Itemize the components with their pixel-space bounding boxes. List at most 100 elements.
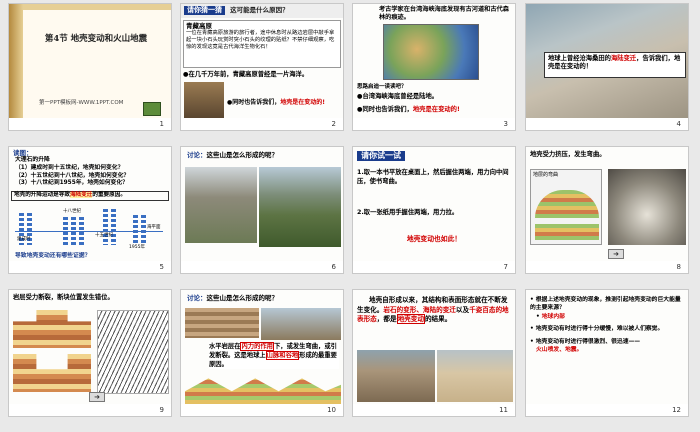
diagram-label: 海平面 bbox=[147, 225, 161, 230]
slide-7-header: 请你试一试 bbox=[357, 151, 405, 161]
slide-thumbnail-2[interactable]: 请你猜一猜 这可能是什么原因？ 青藏高原 一位在青藏高原旅游的旅行者，途中休息时… bbox=[180, 3, 344, 131]
slide-3-bullet1: ●台湾海峡海底曾经是陆地。 bbox=[357, 93, 439, 100]
canyon-photo bbox=[357, 350, 435, 402]
slide-number: 9 bbox=[158, 406, 165, 415]
slide-1-footer: 第一PPT模板网-WWW.1PPT.COM bbox=[39, 100, 124, 106]
fold-illustration bbox=[185, 378, 341, 404]
slide-11-p1-highlight: 岩石的变形、海陆的变迁 bbox=[383, 305, 456, 314]
slide-thumbnail-1[interactable]: 第4节 地壳变动和火山地震 第一PPT模板网-WWW.1PPT.COM 1 bbox=[8, 3, 172, 131]
slide-2-bullet2-highlight: 地壳是在变动的! bbox=[280, 99, 325, 106]
slide-6-prompt-text: 这些山是怎么形成的呢？ bbox=[206, 151, 279, 159]
slide-thumbnail-3[interactable]: 考古学家在台湾海峡海底发现有古河道和古代森林的痕迹。 思路启迪一读读吧？ ●台湾… bbox=[352, 3, 516, 131]
slide-10-text1-prefix: 水平岩层在 bbox=[209, 343, 241, 350]
slide-thumbnail-6[interactable]: 讨论：这些山是怎么形成的呢？ 6 bbox=[180, 146, 344, 274]
slide-4-caption-highlight: 海陆变迁 bbox=[610, 55, 637, 62]
slide-7-step2: 2.取一张纸用手握住两端，用力拉。 bbox=[357, 209, 459, 216]
slide-thumbnail-11[interactable]: 地壳自形成以来，其结构和表面形态就在不断发生变化。岩石的变形、海陆的变迁以及千姿… bbox=[352, 289, 516, 417]
column-bar bbox=[141, 215, 146, 245]
column-bar bbox=[111, 209, 116, 245]
slide-3-intro: 考古学家在台湾海峡海底发现有古河道和古代森林的痕迹。 bbox=[379, 6, 509, 21]
next-arrow-icon[interactable]: ➜ bbox=[608, 249, 624, 259]
fold-layers bbox=[535, 190, 599, 218]
layered-rock-photo bbox=[185, 308, 259, 338]
slide-number: 10 bbox=[326, 406, 337, 415]
slide-3-q: 思路启迪一读读吧？ bbox=[357, 84, 407, 90]
slide-number: 7 bbox=[502, 263, 509, 272]
mountain-photo-1 bbox=[185, 167, 257, 243]
slide-5-canvas: 读图： 大理石的升降 （1）建成时到十五世纪，地壳如何变化？ （2）十五世纪到十… bbox=[9, 147, 171, 261]
slide-10-prompt-text: 这些山是怎么形成的呢？ bbox=[206, 294, 279, 302]
slide-11-paragraph: 地壳自形成以来，其结构和表面形态就在不断发生变化。岩石的变形、海陆的变迁以及千姿… bbox=[357, 296, 511, 325]
slide-thumbnail-9[interactable]: 岩层受力断裂，断块位置发生错位。 ➜ 9 bbox=[8, 289, 172, 417]
slide-thumbnail-4[interactable]: 地球上曾经沧海桑田的海陆变迁，告诉我们，地壳是在变动的！ 4 bbox=[525, 3, 689, 131]
slide-2-header: 请你猜一猜 bbox=[184, 6, 225, 15]
slide-6-canvas: 讨论：这些山是怎么形成的呢？ bbox=[181, 147, 343, 261]
slide-thumbnail-5[interactable]: 读图： 大理石的升降 （1）建成时到十五世纪，地壳如何变化？ （2）十五世纪到十… bbox=[8, 146, 172, 274]
slide-2-bullet2-prefix: ●同时也告诉我们， bbox=[227, 99, 281, 106]
slide-2-question: 这可能是什么原因？ bbox=[230, 6, 289, 14]
slide-number: 8 bbox=[675, 263, 682, 272]
fold-diagram: 地层的弯曲 bbox=[530, 169, 602, 245]
slide-12-answer: • 地球内部 bbox=[536, 313, 565, 320]
slide-12-bullet3-text: 地壳变动有时进行得很激烈、很迅速—— bbox=[535, 338, 641, 345]
slide-4-canvas: 地球上曾经沧海桑田的海陆变迁，告诉我们，地壳是在变动的！ bbox=[526, 4, 688, 118]
slide-number: 2 bbox=[330, 120, 337, 129]
mountain-photo-2 bbox=[259, 167, 341, 247]
slide-10-text2-highlight: 山脉和谷地 bbox=[265, 351, 300, 361]
slide-5-note-prefix: 地壳的升降运动是导致 bbox=[14, 192, 70, 198]
slide-3-canvas: 考古学家在台湾海峡海底发现有古河道和古代森林的痕迹。 思路启迪一读读吧？ ●台湾… bbox=[353, 4, 515, 118]
taiwan-strait-map bbox=[383, 24, 479, 80]
flat-layers bbox=[535, 224, 599, 240]
slide-5-line: （3）十八世纪到1955年，地壳如何变化？ bbox=[15, 180, 128, 187]
next-arrow-icon[interactable]: ➜ bbox=[89, 392, 105, 402]
diagram-label: 十八世纪 bbox=[63, 209, 81, 214]
column-bar bbox=[103, 209, 108, 245]
slide-12-bullet1-text: 根据上述地壳变动的现象，推测引起地壳变动的巨大能量的主要来源？ bbox=[530, 297, 681, 312]
sea-level-line bbox=[15, 231, 163, 232]
slide-3-bullet2-prefix: ●同时也告诉我们， bbox=[357, 106, 413, 113]
slide-1-badge bbox=[143, 102, 161, 116]
slide-1-canvas: 第4节 地壳变动和火山地震 第一PPT模板网-WWW.1PPT.COM bbox=[9, 4, 171, 118]
slide-thumbnail-10[interactable]: 讨论：这些山是怎么形成的呢？ 水平岩层在内力的作用下，或发生弯曲，或引发断裂。这… bbox=[180, 289, 344, 417]
fold-diagram-label: 地层的弯曲 bbox=[533, 172, 559, 178]
slide-10-text1-highlight: 内力的作用 bbox=[240, 342, 274, 351]
slide-8-canvas: 地壳受力挤压，发生弯曲。 地层的弯曲 ➜ bbox=[526, 147, 688, 261]
slide-2-box-title: 青藏高原 bbox=[186, 22, 212, 30]
slide-2-bullet2: ●同时也告诉我们，地壳是在变动的! bbox=[227, 99, 341, 107]
slide-thumbnail-7[interactable]: 请你试一试 1.取一本书平放在桌面上，然后握住两端，用力向中间压，使书弯曲。 2… bbox=[352, 146, 516, 274]
slide-1-title: 第4节 地壳变动和火山地震 bbox=[44, 34, 148, 44]
slide-2-canvas: 请你猜一猜 这可能是什么原因？ 青藏高原 一位在青藏高原旅游的旅行者，途中休息时… bbox=[181, 4, 343, 118]
slide-number: 1 bbox=[158, 120, 165, 129]
slide-thumbnail-12[interactable]: • 根据上述地壳变动的现象，推测引起地壳变动的巨大能量的主要来源？ • 地球内部… bbox=[525, 289, 689, 417]
slide-9-canvas: 岩层受力断裂，断块位置发生错位。 ➜ bbox=[9, 290, 171, 404]
fossil-image bbox=[184, 82, 224, 118]
slide-10-text: 水平岩层在内力的作用下，或发生弯曲，或引发断裂。这是地球上山脉和谷地形成的最重要… bbox=[209, 342, 339, 370]
slide-5-title: 读图： bbox=[13, 149, 33, 157]
slide-7-canvas: 请你试一试 1.取一本书平放在桌面上，然后握住两端，用力向中间压，使书弯曲。 2… bbox=[353, 147, 515, 261]
top-gold-border bbox=[23, 4, 171, 10]
slide-12-body: • 根据上述地壳变动的现象，推测引起地壳变动的巨大能量的主要来源？ • 地球内部… bbox=[530, 296, 684, 354]
slide-11-p2-suffix: ，都是 bbox=[376, 315, 397, 324]
slide-3-bullet2-highlight: 地壳是在变动的! bbox=[412, 106, 460, 113]
slide-6-prompt-label: 讨论： bbox=[187, 151, 207, 159]
slide-4-caption-prefix: 地球上曾经沧海桑田的 bbox=[548, 55, 611, 62]
column-diagram: 建成时 十五世纪 十八世纪 1955年 海平面 bbox=[15, 207, 165, 250]
desert-photo bbox=[437, 350, 513, 402]
mountain-photo-3 bbox=[261, 308, 341, 340]
slide-thumbnail-8[interactable]: 地壳受力挤压，发生弯曲。 地层的弯曲 ➜ 8 bbox=[525, 146, 689, 274]
slide-11-canvas: 地壳自形成以来，其结构和表面形态就在不断发生变化。岩石的变形、海陆的变迁以及千姿… bbox=[353, 290, 515, 404]
slide-2-text-box: 青藏高原 一位在青藏高原旅游的旅行者，途中休息时从路边岩层中敲手拿起一块小石头玩… bbox=[183, 20, 341, 68]
diagram-label: 建成时 bbox=[17, 237, 31, 242]
slide-12-answer-text: 地球内部 bbox=[541, 313, 565, 320]
slide-5-lines: 大理石的升降 （1）建成时到十五世纪，地壳如何变化？ （2）十五世纪到十八世纪，… bbox=[15, 157, 169, 188]
slide-2-bullet1: ●在几千万年前，青藏高原曾经是一片海洋。 bbox=[183, 71, 309, 78]
slide-11-p2-mid: 以及 bbox=[455, 305, 470, 314]
slide-number: 3 bbox=[502, 120, 509, 129]
slide-number: 12 bbox=[671, 406, 682, 415]
slide-8-caption: 地壳受力挤压，发生弯曲。 bbox=[530, 151, 606, 158]
left-gold-border bbox=[9, 4, 23, 118]
slide-12-canvas: • 根据上述地壳变动的现象，推测引起地壳变动的巨大能量的主要来源？ • 地球内部… bbox=[526, 290, 688, 404]
slide-10-prompt-label: 讨论： bbox=[187, 294, 207, 302]
fault-block-2 bbox=[13, 354, 91, 392]
slide-12-bullet3: • 地壳变动有时进行得很激烈、很迅速—— 火山喷发、地震。 bbox=[530, 338, 641, 353]
